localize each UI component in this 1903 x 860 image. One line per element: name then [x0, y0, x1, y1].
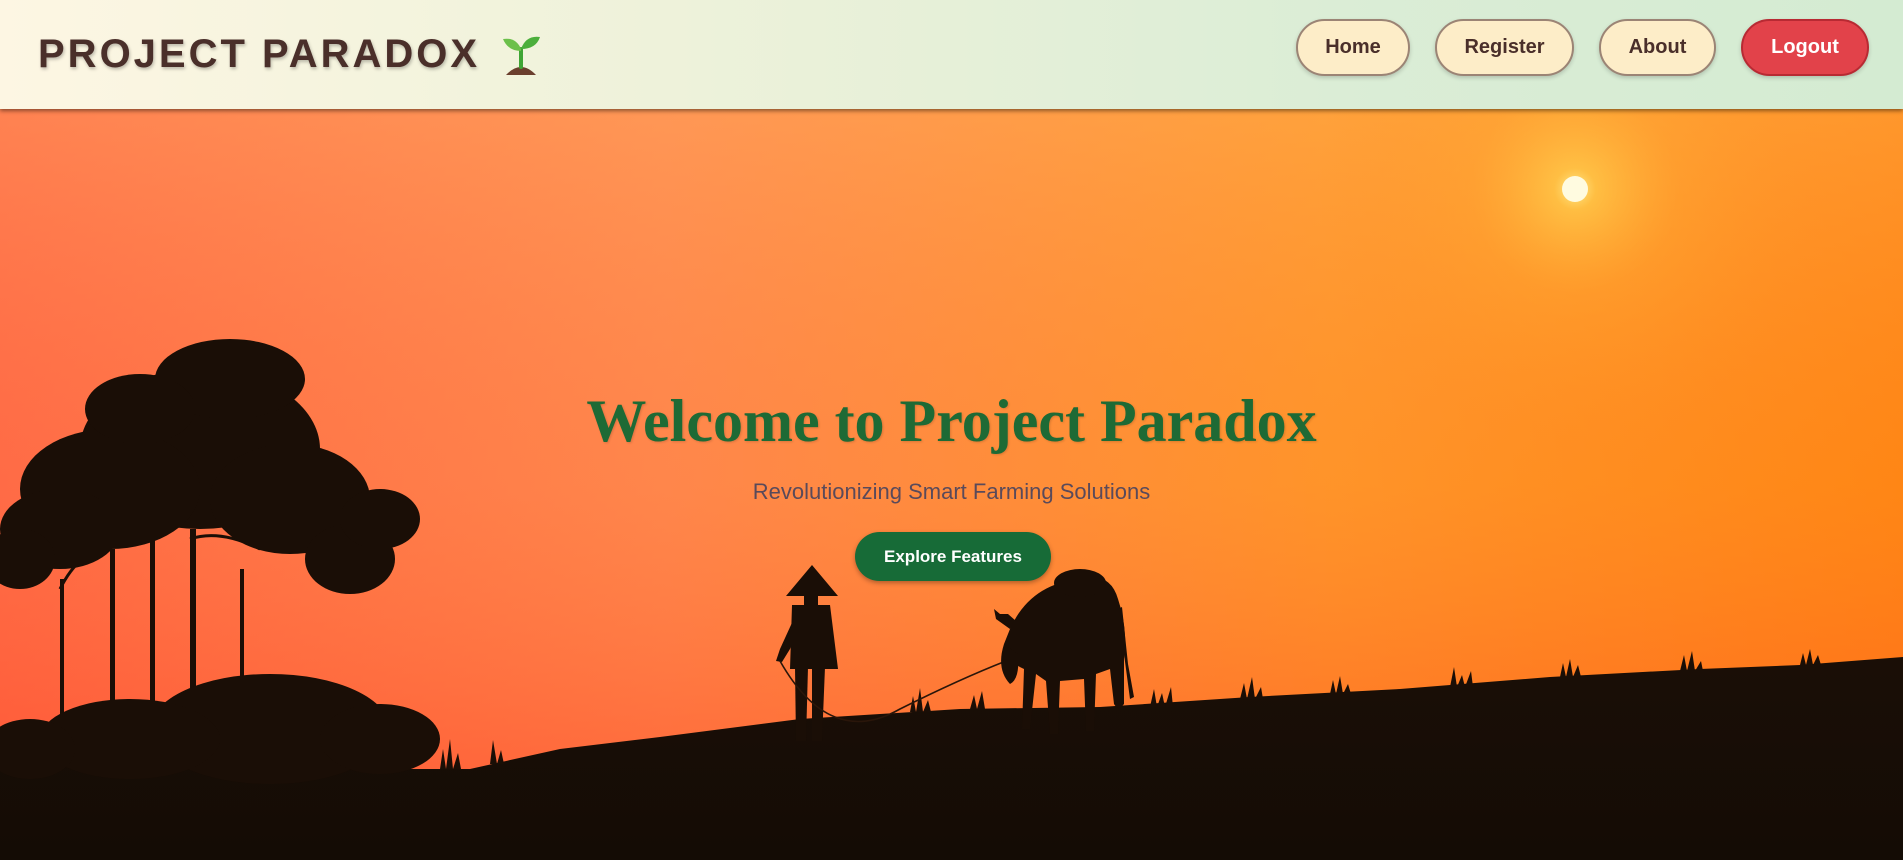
- brand[interactable]: PROJECT PARADOX: [38, 30, 542, 78]
- hero-content: Welcome to Project Paradox Revolutionizi…: [0, 109, 1903, 860]
- navbar: PROJECT PARADOX Home Register About Logo…: [0, 0, 1903, 109]
- nav-home-button[interactable]: Home: [1296, 19, 1410, 76]
- hero-section: Welcome to Project Paradox Revolutionizi…: [0, 109, 1903, 860]
- hero-title: Welcome to Project Paradox: [586, 388, 1317, 454]
- sprout-icon: [500, 31, 542, 77]
- nav-register-button[interactable]: Register: [1435, 19, 1574, 76]
- logout-button[interactable]: Logout: [1741, 19, 1869, 76]
- hero-subtitle: Revolutionizing Smart Farming Solutions: [752, 479, 1151, 504]
- explore-features-button[interactable]: Explore Features: [855, 532, 1051, 581]
- brand-title: PROJECT PARADOX: [38, 32, 481, 76]
- nav-about-button[interactable]: About: [1599, 19, 1716, 76]
- page: PROJECT PARADOX Home Register About Logo…: [0, 0, 1903, 860]
